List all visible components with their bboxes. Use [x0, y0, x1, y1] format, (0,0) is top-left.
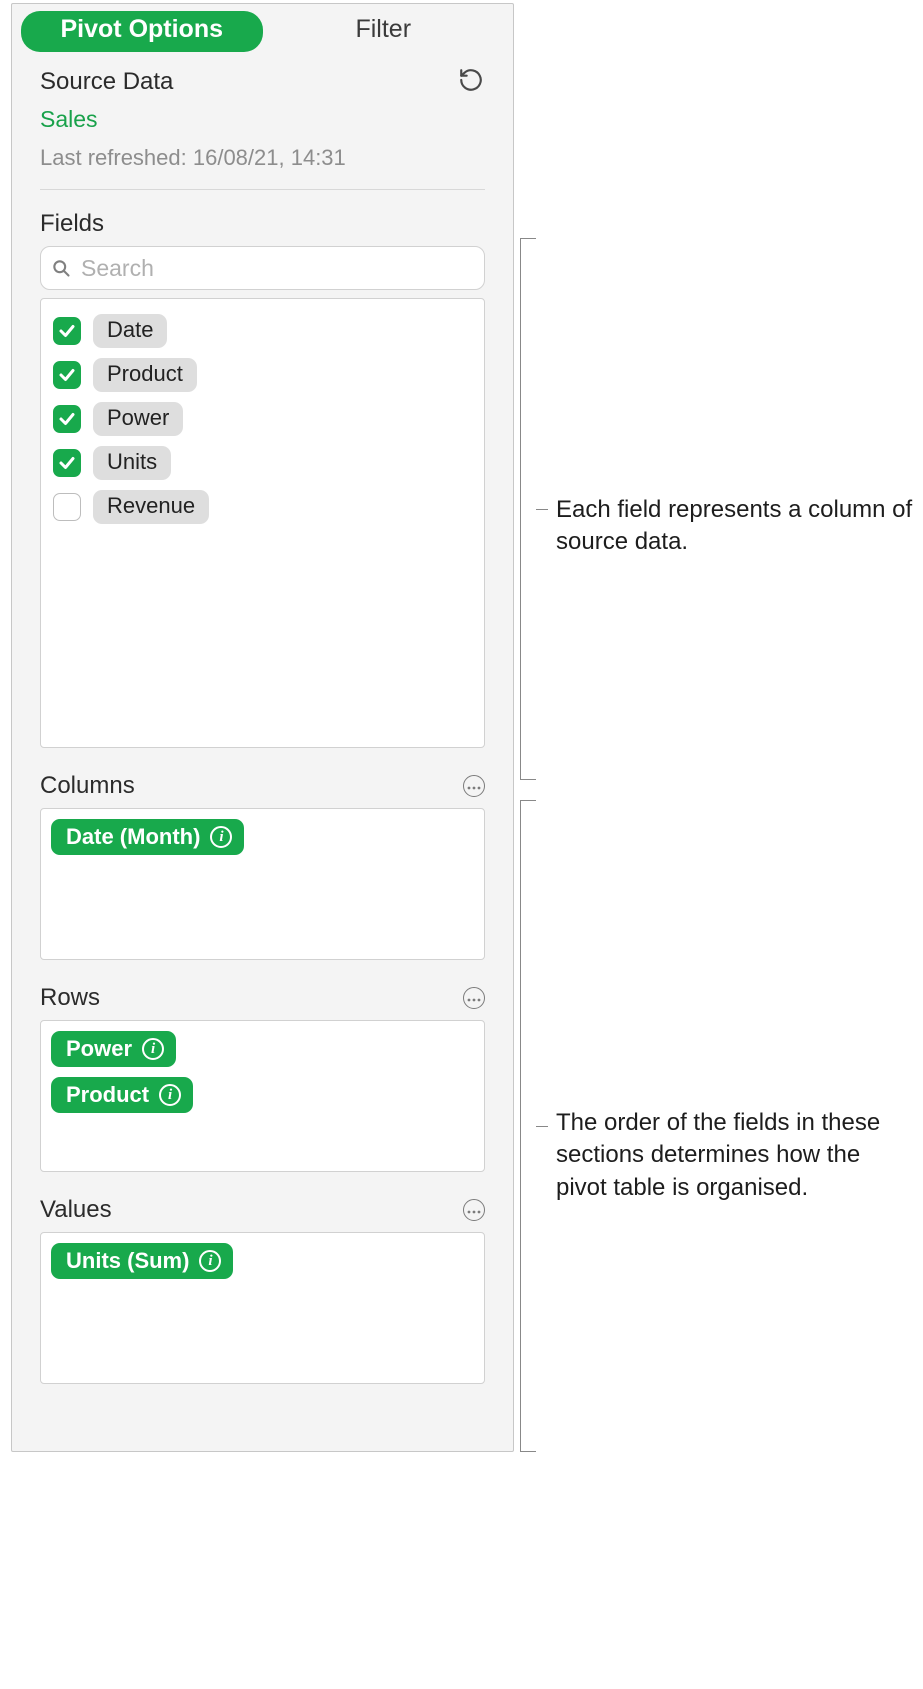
- fields-search[interactable]: [40, 246, 485, 290]
- field-checkbox-product[interactable]: [53, 361, 81, 389]
- info-icon[interactable]: i: [159, 1084, 181, 1106]
- callout-zones: The order of the fields in these section…: [556, 1107, 916, 1204]
- columns-tag-date-month[interactable]: Date (Month) i: [51, 819, 244, 855]
- field-checkbox-units[interactable]: [53, 449, 81, 477]
- bracket-zones: [520, 800, 536, 1452]
- source-data-title: Source Data: [40, 68, 173, 96]
- rows-title: Rows: [40, 984, 100, 1012]
- fields-title: Fields: [40, 210, 485, 238]
- pivot-options-panel: Pivot Options Filter Source Data Sales L…: [11, 3, 514, 1452]
- field-pill-product[interactable]: Product: [93, 358, 197, 392]
- rows-tag-power[interactable]: Power i: [51, 1031, 176, 1067]
- divider: [40, 189, 485, 190]
- field-checkbox-revenue[interactable]: [53, 493, 81, 521]
- more-icon: [467, 1201, 481, 1219]
- info-icon[interactable]: i: [210, 826, 232, 848]
- info-icon[interactable]: i: [199, 1250, 221, 1272]
- field-row-units: Units: [51, 441, 474, 485]
- values-title: Values: [40, 1196, 112, 1224]
- rows-more-button[interactable]: [463, 987, 485, 1009]
- refresh-icon: [458, 67, 484, 98]
- more-icon: [467, 777, 481, 795]
- bracket-fields: [520, 238, 536, 780]
- field-pill-revenue[interactable]: Revenue: [93, 490, 209, 524]
- more-icon: [467, 989, 481, 1007]
- search-input[interactable]: [79, 254, 474, 283]
- tab-filter[interactable]: Filter: [263, 11, 505, 52]
- last-refreshed-label: Last refreshed: 16/08/21, 14:31: [40, 145, 485, 171]
- field-pill-power[interactable]: Power: [93, 402, 183, 436]
- tag-label: Product: [66, 1082, 149, 1108]
- tab-pivot-options[interactable]: Pivot Options: [21, 11, 263, 52]
- columns-dropzone[interactable]: Date (Month) i: [40, 808, 485, 960]
- bracket-zones-tick: [536, 1126, 548, 1127]
- values-dropzone[interactable]: Units (Sum) i: [40, 1232, 485, 1384]
- tag-label: Power: [66, 1036, 132, 1062]
- callout-fields: Each field represents a column of source…: [556, 494, 916, 559]
- source-data-name: Sales: [40, 106, 485, 133]
- field-row-product: Product: [51, 353, 474, 397]
- search-icon: [51, 258, 71, 278]
- values-tag-units-sum[interactable]: Units (Sum) i: [51, 1243, 233, 1279]
- field-checkbox-power[interactable]: [53, 405, 81, 433]
- bracket-fields-tick: [536, 509, 548, 510]
- field-row-date: Date: [51, 309, 474, 353]
- info-icon[interactable]: i: [142, 1038, 164, 1060]
- rows-dropzone[interactable]: Power i Product i: [40, 1020, 485, 1172]
- field-pill-units[interactable]: Units: [93, 446, 171, 480]
- columns-more-button[interactable]: [463, 775, 485, 797]
- tag-label: Date (Month): [66, 824, 200, 850]
- rows-tag-product[interactable]: Product i: [51, 1077, 193, 1113]
- values-more-button[interactable]: [463, 1199, 485, 1221]
- tab-bar: Pivot Options Filter: [12, 4, 513, 52]
- field-row-revenue: Revenue: [51, 485, 474, 529]
- field-row-power: Power: [51, 397, 474, 441]
- fields-list[interactable]: Date Product Power: [40, 298, 485, 748]
- field-checkbox-date[interactable]: [53, 317, 81, 345]
- field-pill-date[interactable]: Date: [93, 314, 167, 348]
- columns-title: Columns: [40, 772, 135, 800]
- refresh-button[interactable]: [457, 68, 485, 96]
- tag-label: Units (Sum): [66, 1248, 189, 1274]
